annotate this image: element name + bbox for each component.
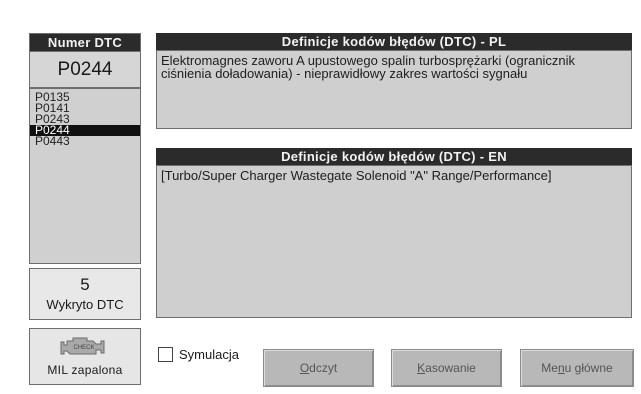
read-button-hotkey: O xyxy=(299,361,310,375)
svg-text:CHECK: CHECK xyxy=(73,345,94,351)
engine-check-icon: CHECK xyxy=(60,337,105,355)
en-definition-text: [Turbo/Super Charger Wastegate Solenoid … xyxy=(156,165,632,318)
dtc-number-value: P0244 xyxy=(30,51,140,87)
main-menu-label-start: Me xyxy=(541,361,558,375)
dtc-count-label: Wykryto DTC xyxy=(46,297,124,312)
read-button-label: dczyt xyxy=(309,361,338,375)
clear-button[interactable]: Kasowanie xyxy=(391,349,502,387)
main-menu-label-end: u główne xyxy=(564,361,613,375)
dtc-number-header: Numer DTC xyxy=(30,34,140,51)
mil-status-label: MIL zapalona xyxy=(47,363,123,377)
pl-definition-text: Elektromagnes zaworu A upustowego spalin… xyxy=(156,50,632,129)
mil-status-panel: CHECK MIL zapalona xyxy=(29,328,141,385)
clear-button-hotkey: K xyxy=(417,361,426,375)
simulation-toggle[interactable]: Symulacja xyxy=(158,347,239,362)
en-definition-header: Definicje kodów błędów (DTC) - EN xyxy=(156,148,632,165)
clear-button-label: asowanie xyxy=(425,361,476,375)
dtc-count-panel: 5 Wykryto DTC xyxy=(29,268,141,320)
main-menu-button[interactable]: Me n u główne xyxy=(520,349,634,387)
read-button[interactable]: Odczyt xyxy=(263,349,374,387)
main-menu-button-hotkey: n xyxy=(557,361,565,375)
pl-definition-panel: Definicje kodów błędów (DTC) - PL Elektr… xyxy=(156,33,634,131)
simulation-label: Symulacja xyxy=(179,347,239,362)
en-definition-panel: Definicje kodów błędów (DTC) - EN [Turbo… xyxy=(156,148,634,320)
dtc-count-value: 5 xyxy=(80,275,90,294)
simulation-checkbox[interactable] xyxy=(158,347,173,362)
dtc-list[interactable]: P0135 P0141 P0243 P0244 P0443 xyxy=(29,88,141,264)
list-item[interactable]: P0443 xyxy=(30,135,140,147)
dtc-number-panel: Numer DTC P0244 xyxy=(29,33,141,88)
pl-definition-header: Definicje kodów błędów (DTC) - PL xyxy=(156,33,632,50)
